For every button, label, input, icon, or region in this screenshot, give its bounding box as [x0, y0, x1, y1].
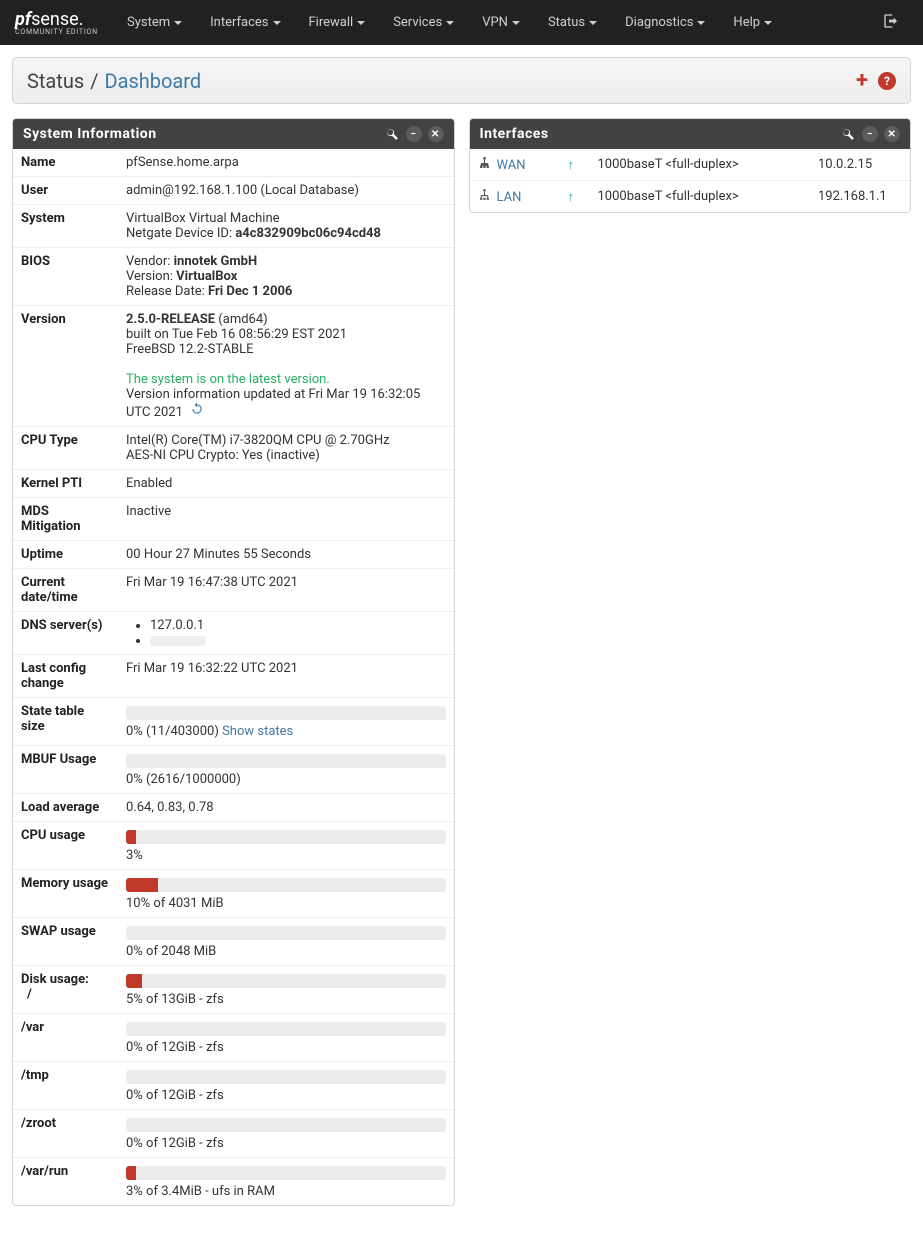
- nav-status[interactable]: Status: [534, 0, 611, 45]
- iface-ip: 192.168.1.1: [810, 181, 910, 213]
- chevron-down-icon: [273, 21, 281, 25]
- iface-speed: 1000baseT <full-duplex>: [590, 149, 811, 181]
- refresh-icon[interactable]: [190, 402, 204, 420]
- chevron-down-icon: [174, 21, 182, 25]
- network-icon: [478, 190, 491, 205]
- top-navbar: pfsense. COMMUNITY EDITION System Interf…: [0, 0, 923, 45]
- iface-lan-link[interactable]: LAN: [497, 190, 522, 205]
- iface-wan-link[interactable]: WAN: [497, 158, 526, 173]
- logo[interactable]: pfsense. COMMUNITY EDITION: [0, 6, 113, 39]
- wrench-icon[interactable]: [840, 126, 856, 142]
- nav-help[interactable]: Help: [719, 0, 786, 45]
- add-widget-button[interactable]: +: [856, 68, 868, 93]
- arrow-up-icon: ↑: [568, 158, 575, 173]
- minimize-icon[interactable]: −: [406, 126, 422, 142]
- panel-title: Interfaces: [480, 126, 841, 142]
- nav-interfaces[interactable]: Interfaces: [196, 0, 294, 45]
- minimize-icon[interactable]: −: [862, 126, 878, 142]
- arrow-up-icon: ↑: [568, 190, 575, 205]
- chevron-down-icon: [357, 21, 365, 25]
- iface-speed: 1000baseT <full-duplex>: [590, 181, 811, 213]
- help-icon[interactable]: ?: [878, 72, 896, 90]
- network-icon: [478, 158, 491, 173]
- user-value: admin@192.168.1.100 (Local Database): [118, 177, 454, 205]
- iface-row: WAN ↑ 1000baseT <full-duplex> 10.0.2.15: [470, 149, 911, 181]
- breadcrumb: Status / Dashboard + ?: [12, 57, 911, 104]
- close-icon[interactable]: ✕: [884, 126, 900, 142]
- breadcrumb-page[interactable]: Dashboard: [104, 69, 201, 93]
- logout-icon[interactable]: [869, 13, 913, 33]
- logo-period: .: [79, 9, 84, 30]
- breadcrumb-root: Status: [27, 69, 84, 93]
- nav-services[interactable]: Services: [379, 0, 468, 45]
- show-states-link[interactable]: Show states: [222, 724, 293, 739]
- nav-menu: System Interfaces Firewall Services VPN …: [113, 0, 786, 45]
- wrench-icon[interactable]: [384, 126, 400, 142]
- logo-pf: pf: [15, 9, 31, 30]
- version-status: The system is on the latest version.: [126, 372, 446, 387]
- nav-firewall[interactable]: Firewall: [295, 0, 380, 45]
- chevron-down-icon: [697, 21, 705, 25]
- logo-sense: sense: [31, 9, 79, 30]
- logo-community-edition: COMMUNITY EDITION: [15, 28, 98, 36]
- chevron-down-icon: [512, 21, 520, 25]
- close-icon[interactable]: ✕: [428, 126, 444, 142]
- nav-diagnostics[interactable]: Diagnostics: [611, 0, 719, 45]
- iface-ip: 10.0.2.15: [810, 149, 910, 181]
- nav-system[interactable]: System: [113, 0, 196, 45]
- chevron-down-icon: [446, 21, 454, 25]
- chevron-down-icon: [589, 21, 597, 25]
- nav-vpn[interactable]: VPN: [468, 0, 534, 45]
- panel-title: System Information: [23, 126, 384, 142]
- redacted-value: [150, 636, 206, 646]
- iface-row: LAN ↑ 1000baseT <full-duplex> 192.168.1.…: [470, 181, 911, 213]
- chevron-down-icon: [764, 21, 772, 25]
- interfaces-panel: Interfaces − ✕ WAN ↑ 1000baseT <full-dup…: [469, 118, 912, 213]
- hostname-value: pfSense.home.arpa: [118, 149, 454, 177]
- system-information-panel: System Information − ✕ NamepfSense.home.…: [12, 118, 455, 1206]
